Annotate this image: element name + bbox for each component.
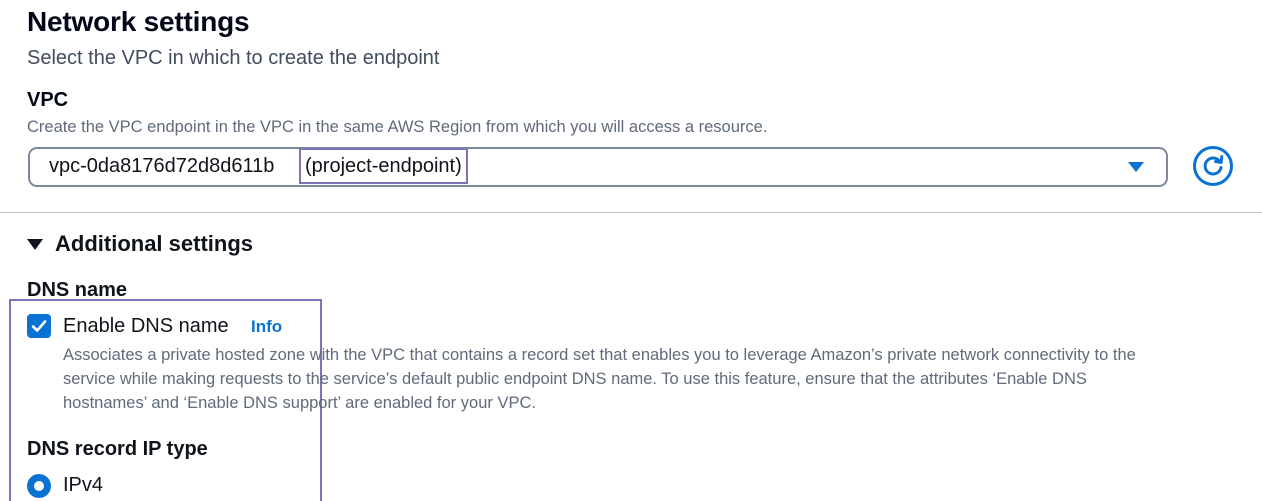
vpc-select[interactable]: vpc-0da8176d72d8d611b (project-endpoint) <box>28 147 1168 187</box>
dns-record-ip-type-label: DNS record IP type <box>27 438 208 460</box>
info-link[interactable]: Info <box>251 317 282 337</box>
checkmark-icon <box>31 320 47 332</box>
additional-settings-toggle[interactable]: Additional settings <box>27 230 253 258</box>
enable-dns-description: Associates a private hosted zone with th… <box>63 346 1136 412</box>
vpc-selected-id: vpc-0da8176d72d8d611b <box>49 155 275 177</box>
ipv4-label[interactable]: IPv4 <box>63 474 103 497</box>
vpc-selected-name: (project-endpoint) <box>299 148 468 184</box>
vpc-label: VPC <box>27 89 69 111</box>
enable-dns-checkbox[interactable] <box>27 314 51 338</box>
section-divider <box>0 212 1262 213</box>
radio-selected-dot <box>34 481 44 491</box>
enable-dns-label[interactable]: Enable DNS name <box>63 315 229 338</box>
ipv4-radio[interactable] <box>27 474 51 498</box>
section-title: Network settings <box>27 6 250 37</box>
caret-down-icon <box>27 238 43 250</box>
vpc-description: Create the VPC endpoint in the VPC in th… <box>27 118 768 136</box>
network-settings-page: Network settings Select the VPC in which… <box>0 0 1262 501</box>
caret-down-icon[interactable] <box>1128 162 1144 172</box>
additional-settings-label: Additional settings <box>55 231 253 256</box>
refresh-button[interactable] <box>1192 145 1234 187</box>
refresh-icon <box>1193 146 1233 186</box>
section-description: Select the VPC in which to create the en… <box>27 47 440 69</box>
dns-name-label: DNS name <box>27 279 128 301</box>
